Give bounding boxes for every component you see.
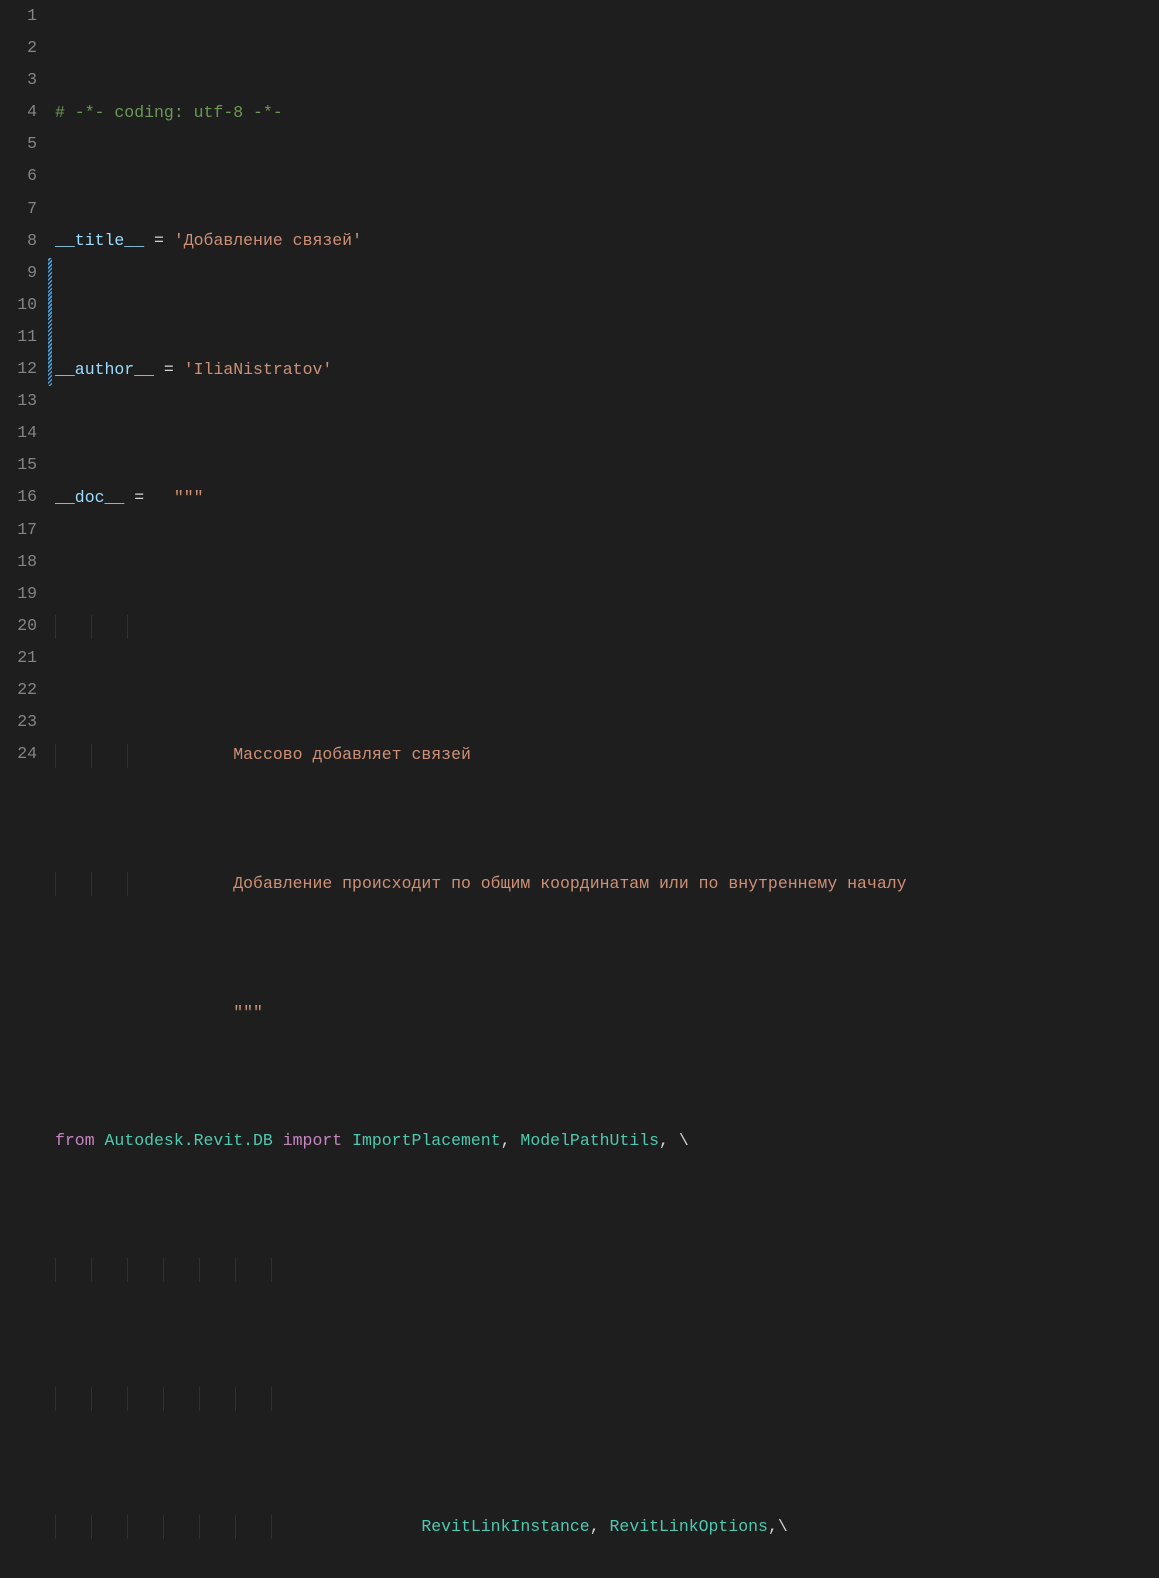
indent-guide [127,872,128,896]
indent-guide [55,872,56,896]
code-line[interactable]: """ [55,868,1159,900]
operator-token: = [124,488,174,507]
indent-guide [271,1515,272,1539]
indent-guide [91,1258,92,1282]
line-number: 21 [0,642,37,674]
continuation-token: \ [679,1131,689,1150]
code-line[interactable]: RevitLinkType, FilteredElementCollector,… [55,1383,1159,1415]
indent-guide [55,1387,56,1411]
code-editor[interactable]: 123456789101112131415161718192021222324 … [0,0,1159,789]
code-line[interactable]: from Autodesk.Revit.DB import ImportPlac… [55,1125,1159,1157]
line-number: 10 [0,289,37,321]
line-number: 11 [0,321,37,353]
operator-token: = [154,360,184,379]
code-line[interactable]: __title__ = 'Добавление связей' [55,225,1159,257]
line-number: 15 [0,449,37,481]
line-number: 19 [0,578,37,610]
indent-guide [199,1515,200,1539]
line-number: 7 [0,193,37,225]
string-token: 'IliaNistratov' [184,360,333,379]
indent-guide [91,1515,92,1539]
indent-guide [91,744,92,768]
indent-guide [127,1515,128,1539]
indent-guide [235,1387,236,1411]
code-area[interactable]: # -*- coding: utf-8 -*- __title__ = 'Доб… [55,0,1159,789]
indent-guide [127,1258,128,1282]
line-number: 8 [0,225,37,257]
line-number: 5 [0,128,37,160]
indent-guide [91,615,92,639]
indent-guide [55,1258,56,1282]
type-token: ImportPlacement [342,1131,500,1150]
line-number: 17 [0,514,37,546]
variable-token: __title__ [55,231,144,250]
line-number: 2 [0,32,37,64]
code-line[interactable]: Добавление происходит по общим координат… [55,740,1159,772]
change-bar [48,258,52,386]
indent-guide [127,744,128,768]
punct-token: , [659,1131,679,1150]
operator-token: = [144,231,174,250]
indent-guide [199,1387,200,1411]
code-line[interactable]: __author__ = 'IliaNistratov' [55,354,1159,386]
indent-guide [199,1258,200,1282]
line-number: 23 [0,706,37,738]
variable-token: __author__ [55,360,154,379]
line-number: 14 [0,417,37,449]
variable-token: __doc__ [55,488,124,507]
code-line[interactable]: # -*- coding: utf-8 -*- [55,97,1159,129]
line-number: 4 [0,96,37,128]
indent-guide [163,1258,164,1282]
line-number: 9 [0,257,37,289]
punct-token: , [501,1131,521,1150]
line-number-gutter: 123456789101112131415161718192021222324 [0,0,55,789]
indent-guide [55,744,56,768]
indent-guide [127,1387,128,1411]
code-line[interactable]: RevitLinkInstance, RevitLinkOptions,\ [55,1254,1159,1286]
code-line[interactable]: Массово добавляет связей [55,611,1159,643]
line-number: 22 [0,674,37,706]
indent-guide [271,1258,272,1282]
keyword-token: import [283,1131,342,1150]
indent-guide [91,1387,92,1411]
line-number: 13 [0,385,37,417]
line-number: 16 [0,481,37,513]
indent-guide [55,615,56,639]
line-number: 3 [0,64,37,96]
indent-guide [163,1515,164,1539]
keyword-token: from [55,1131,95,1150]
string-token: """ [174,488,204,507]
line-number: 18 [0,546,37,578]
line-number: 24 [0,738,37,770]
indent-guide [55,1515,56,1539]
indent-guide [235,1515,236,1539]
line-number: 12 [0,353,37,385]
line-number: 6 [0,160,37,192]
type-token: ModelPathUtils [520,1131,659,1150]
string-token: 'Добавление связей' [174,231,362,250]
comment-token: # -*- coding: utf-8 -*- [55,103,283,122]
module-token: Autodesk.Revit.DB [95,1131,283,1150]
line-number: 20 [0,610,37,642]
code-line[interactable] [55,997,1159,1029]
line-number: 1 [0,0,37,32]
indent-guide [91,872,92,896]
indent-guide [271,1387,272,1411]
indent-guide [163,1387,164,1411]
indent-guide [235,1258,236,1282]
indent-guide [127,615,128,639]
code-line[interactable]: Transaction [55,1511,1159,1543]
code-line[interactable]: __doc__ = """ [55,482,1159,514]
